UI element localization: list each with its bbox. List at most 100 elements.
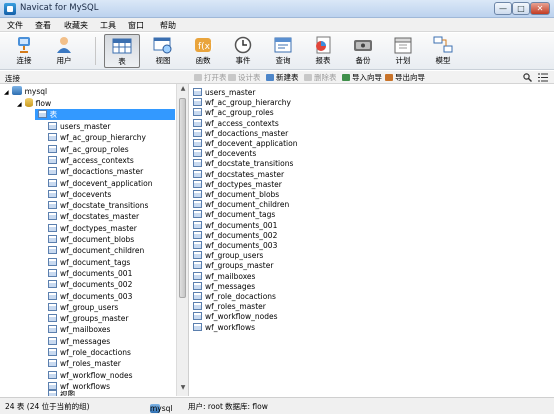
toolbar-separator (95, 37, 96, 65)
table-list-item[interactable]: wf_roles_master (193, 302, 266, 312)
table-icon (193, 159, 202, 168)
tree-tables-node[interactable]: ◢ 表 (30, 109, 57, 120)
open-table-icon (194, 74, 202, 81)
scroll-down-arrow-icon[interactable]: ▼ (178, 384, 188, 394)
table-list-item[interactable]: wf_access_contexts (193, 118, 279, 129)
tree-table-item[interactable]: wf_document_children (48, 245, 144, 256)
tree-table-item[interactable]: wf_docevents (48, 189, 111, 200)
tree-database-flow[interactable]: ◢ flow (17, 98, 51, 109)
tree-table-item[interactable]: wf_docactions_master (48, 166, 143, 177)
design-table-icon (228, 74, 236, 81)
tree-table-item[interactable]: wf_role_docactions (48, 347, 131, 358)
search-icon[interactable] (523, 73, 532, 82)
tree-table-item[interactable]: wf_group_users (48, 302, 118, 313)
connect-button[interactable]: 连接 (6, 34, 42, 68)
function-button[interactable]: f(x) 函数 (185, 34, 221, 68)
minimize-button[interactable]: — (494, 2, 512, 15)
tree-table-item[interactable]: wf_ac_group_roles (48, 144, 129, 155)
expand-arrow-icon[interactable]: ◢ (4, 89, 9, 96)
delete-table-button[interactable]: 删除表 (304, 72, 337, 83)
new-table-button[interactable]: 新建表 (266, 72, 299, 83)
tree-connection-mysql[interactable]: ◢ mysql (4, 86, 47, 97)
table-list-item[interactable]: wf_docstates_master (193, 169, 284, 180)
table-icon (193, 210, 202, 219)
export-wizard-button[interactable]: 导出向导 (385, 72, 425, 83)
table-icon (193, 220, 202, 229)
table-list-item[interactable]: wf_workflow_nodes (193, 312, 278, 322)
navicat-app-icon (4, 3, 16, 15)
table-list-item[interactable]: wf_messages (193, 281, 255, 292)
menu-favorites[interactable]: 收藏夹 (64, 20, 88, 31)
tree-views-node[interactable]: 视图 (48, 389, 75, 396)
tree-table-item[interactable]: wf_docstates_master (48, 211, 139, 222)
table-list-item[interactable]: users_master (193, 88, 255, 98)
tree-scrollbar-thumb[interactable] (179, 98, 186, 298)
tree-table-item[interactable]: wf_documents_003 (48, 291, 132, 302)
table-list-item[interactable]: wf_docactions_master (193, 128, 288, 139)
open-table-button[interactable]: 打开表 (194, 72, 227, 83)
tree-table-item[interactable]: wf_document_blobs (48, 234, 134, 245)
list-view-icon[interactable] (538, 73, 548, 82)
table-button[interactable]: 表 (104, 34, 140, 68)
user-button[interactable]: 用户 (46, 34, 82, 68)
menu-file[interactable]: 文件 (7, 20, 23, 31)
view-button[interactable]: 视图 (145, 34, 181, 68)
table-list-item[interactable]: wf_document_tags (193, 210, 275, 220)
tree-table-item[interactable]: wf_documents_002 (48, 279, 132, 290)
menu-tools[interactable]: 工具 (100, 20, 116, 31)
report-button[interactable]: 报表 (305, 34, 341, 68)
design-table-button[interactable]: 设计表 (228, 72, 261, 83)
menu-window[interactable]: 窗口 (128, 20, 144, 31)
table-list-item[interactable]: wf_group_users (193, 251, 263, 261)
tree-table-item[interactable]: wf_ac_group_hierarchy (48, 132, 146, 143)
menu-view[interactable]: 查看 (35, 20, 51, 31)
table-list-item[interactable]: wf_docstate_transitions (193, 159, 293, 169)
tree-table-item[interactable]: users_master (48, 121, 110, 132)
table-icon (193, 179, 202, 188)
table-icon (48, 280, 57, 289)
model-button[interactable]: 模型 (425, 34, 461, 68)
close-button[interactable]: ✕ (530, 2, 550, 15)
table-list-item[interactable]: wf_documents_002 (193, 230, 277, 241)
table-list-item[interactable]: wf_ac_group_hierarchy (193, 98, 291, 108)
scroll-up-arrow-icon[interactable]: ▲ (178, 85, 188, 95)
event-button[interactable]: 事件 (225, 34, 261, 68)
tree-table-item[interactable]: wf_docstate_transitions (48, 200, 148, 211)
schedule-button[interactable]: 计划 (385, 34, 421, 68)
tree-table-item[interactable]: wf_groups_master (48, 313, 128, 324)
table-icon (48, 155, 57, 164)
backup-icon (354, 40, 372, 51)
table-list-item[interactable]: wf_workflows (193, 322, 255, 333)
tree-table-item[interactable]: wf_mailboxes (48, 324, 110, 335)
query-button[interactable]: 查询 (265, 34, 301, 68)
table-list-item[interactable]: wf_docevents (193, 149, 256, 159)
import-wizard-button[interactable]: 导入向导 (342, 72, 382, 83)
table-list-item[interactable]: wf_doctypes_master (193, 179, 282, 190)
tree-table-item[interactable]: wf_documents_001 (48, 268, 132, 279)
table-list-item[interactable]: wf_groups_master (193, 261, 273, 271)
tree-table-item[interactable]: wf_doctypes_master (48, 223, 137, 234)
tree-table-item[interactable]: wf_document_tags (48, 257, 130, 268)
menu-help[interactable]: 帮助 (160, 20, 176, 31)
tree-table-item[interactable]: wf_access_contexts (48, 155, 134, 166)
tree-table-item[interactable]: wf_docevent_application (48, 178, 152, 189)
expand-arrow-icon[interactable]: ◢ (17, 101, 22, 108)
maximize-button[interactable]: □ (512, 2, 530, 15)
tree-scrollbar[interactable]: ▲ ▼ (176, 84, 188, 396)
table-list-item[interactable]: wf_docevent_application (193, 139, 297, 149)
tree-table-item[interactable]: wf_roles_master (48, 358, 121, 369)
table-list-item[interactable]: wf_mailboxes (193, 271, 255, 282)
table-list-item[interactable]: wf_documents_001 (193, 220, 277, 231)
table-list-item[interactable]: wf_document_children (193, 200, 289, 210)
status-user: 用户: root (188, 402, 223, 411)
table-list-item[interactable]: wf_document_blobs (193, 190, 279, 200)
table-list-item[interactable]: wf_ac_group_roles (193, 108, 274, 118)
backup-button[interactable]: 备份 (345, 34, 381, 68)
table-icon (48, 291, 57, 300)
table-list-item[interactable]: wf_role_docactions (193, 292, 276, 302)
tree-table-item[interactable]: wf_workflow_nodes (48, 370, 133, 381)
table-icon (48, 370, 57, 379)
expand-arrow-icon[interactable]: ◢ (30, 112, 35, 119)
tree-table-item[interactable]: wf_messages (48, 336, 110, 347)
table-list-item[interactable]: wf_documents_003 (193, 241, 277, 251)
